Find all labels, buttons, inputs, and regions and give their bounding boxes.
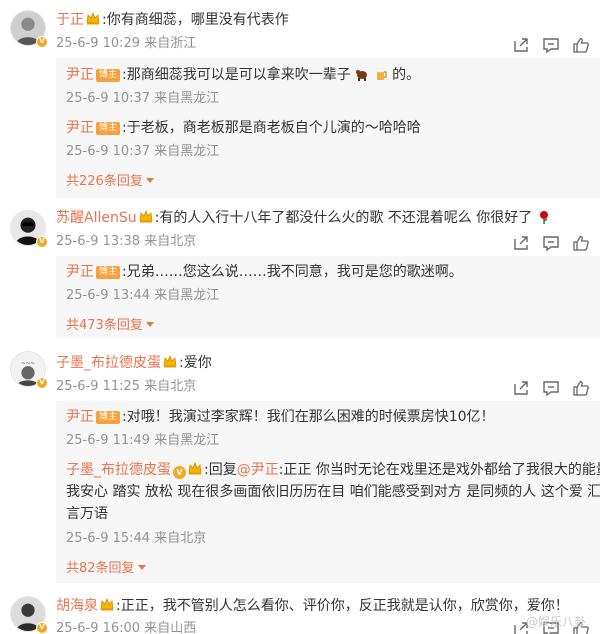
mention-link[interactable]: @尹正 [237, 462, 279, 478]
verified-badge-icon: V [36, 622, 48, 634]
comment-item: V 苏醒AllenSu :有的人入行十八年了都没什么火的歌 不还混着呢么 你很好了… [0, 200, 600, 340]
reply-username[interactable]: 尹正 [66, 409, 94, 425]
crown-icon [86, 12, 100, 25]
comment-text: :爱你 [179, 355, 212, 371]
crown-icon [188, 462, 202, 475]
reply-meta: 25-6-9 11:49 来自黑龙江 [66, 433, 220, 448]
like-icon[interactable] [572, 234, 590, 252]
reply-text: :于老板，商老板那是商老板自个儿演的～哈哈哈 [122, 120, 421, 136]
reply-box: 尹正 博主:兄弟……您这么说……我不同意，我可是您的歌迷啊。 25-6-9 13:… [56, 256, 600, 338]
chevron-down-icon [145, 322, 154, 327]
host-tag: 博主 [96, 411, 121, 424]
crown-icon [163, 355, 177, 368]
comment-text: :你有商细蕊，哪里没有代表作 [102, 12, 289, 28]
host-tag: 博主 [96, 266, 121, 279]
comment-meta: 25-6-9 16:00 来自山西 [56, 621, 197, 634]
reply-meta: 25-6-9 13:44 来自黑龙江 [66, 288, 220, 303]
beer-icon [376, 68, 387, 80]
comment-meta: 25-6-9 10:29 来自浙江 [56, 36, 197, 51]
like-icon[interactable] [572, 379, 590, 397]
verified-badge-icon: V [36, 377, 48, 389]
more-replies-link[interactable]: 共226条回复 [66, 173, 154, 191]
share-icon[interactable] [512, 36, 530, 54]
reply-username[interactable]: 尹正 [66, 264, 94, 280]
comment-icon[interactable] [542, 36, 560, 54]
share-icon[interactable] [512, 379, 530, 397]
comment-username[interactable]: 胡海泉 [56, 598, 98, 614]
watermark: @娱乐八卦 [525, 615, 586, 629]
reply-box: 尹正 博主:对哦！我演过李家辉！我们在那么困难的时候票房快10亿！ 25-6-9 … [56, 401, 600, 583]
reply-username[interactable]: 子墨_布拉德皮蛋 [66, 462, 171, 478]
reply-meta: 25-6-9 15:44 来自北京 [66, 531, 207, 546]
share-icon[interactable] [512, 234, 530, 252]
comment-actions [512, 379, 592, 397]
more-replies-link[interactable]: 共473条回复 [66, 317, 154, 335]
host-tag: 博主 [96, 122, 121, 135]
comment-username[interactable]: 苏醒AllenSu [56, 210, 137, 226]
comment-item: V 胡海泉 :正正，我不管别人怎么看你、评价你，反正我就是认你，欣赏你，爱你！ 2… [0, 592, 600, 634]
like-icon[interactable] [572, 36, 590, 54]
comment-username[interactable]: 子墨_布拉德皮蛋 [56, 355, 161, 371]
verified-badge-icon: V [173, 466, 186, 479]
reply-meta: 25-6-9 10:37 来自黑龙江 [66, 91, 220, 106]
comment-meta: 25-6-9 11:25 来自北京 [56, 379, 197, 394]
comment-text: :正正，我不管别人怎么看你、评价你，反正我就是认你，欣赏你，爱你！ [116, 598, 569, 614]
more-replies-label: 共82条回复 [66, 561, 135, 576]
crown-icon [100, 598, 114, 611]
verified-badge-icon: V [36, 236, 48, 248]
more-replies-link[interactable]: 共82条回复 [66, 560, 146, 578]
comment-actions [512, 234, 592, 252]
comment-icon[interactable] [542, 379, 560, 397]
reply-username[interactable]: 尹正 [66, 67, 94, 83]
reply-text-line3: 言万语 [66, 506, 108, 522]
reply-meta: 25-6-9 10:37 来自黑龙江 [66, 144, 220, 159]
reply-text: :那商细蕊我可以是可以拿来吹一辈子 [122, 67, 351, 83]
comment-meta: 25-6-9 13:38 来自北京 [56, 234, 197, 249]
more-replies-label: 共226条回复 [66, 174, 143, 189]
reply-box: 尹正 博主:那商细蕊我可以是可以拿来吹一辈子 的。 25-6-9 10:37 来自… [56, 58, 600, 198]
cow-icon [356, 70, 368, 81]
comment-item: ~~~ V 子墨_布拉德皮蛋:爱你 25-6-9 11:25 来自北京 尹正 博主… [0, 345, 600, 585]
reply-text: :回复 [204, 462, 237, 478]
comment-item: V 于正:你有商细蕊，哪里没有代表作 25-6-9 10:29 来自浙江 尹正博… [0, 0, 600, 200]
rose-icon [539, 211, 548, 224]
chevron-down-icon [145, 178, 154, 183]
verified-badge-icon: V [36, 36, 48, 48]
reply-suffix: 的。 [392, 67, 421, 83]
comment-icon[interactable] [542, 234, 560, 252]
reply-text: :兄弟……您这么说……我不同意，我可是您的歌迷啊。 [122, 264, 463, 280]
reply-username[interactable]: 尹正 [66, 120, 94, 136]
reply-text-continued: :正正 你当时无论在戏里还是戏外都给了我很大的能量 [278, 462, 600, 478]
reply-text-line2: 我安心 踏实 放松 现在很多画面依旧历历在目 咱们能感受到对方 是同频的人 这个… [66, 484, 600, 500]
comment-text: :有的人入行十八年了都没什么火的歌 不还混着呢么 你很好了 [154, 210, 533, 226]
crown-icon [139, 210, 153, 223]
reply-text: :对哦！我演过李家辉！我们在那么困难的时候票房快10亿！ [122, 409, 495, 425]
more-replies-label: 共473条回复 [66, 318, 143, 333]
comment-username[interactable]: 于正 [56, 12, 84, 28]
comment-actions [512, 36, 592, 54]
host-tag: 博主 [96, 69, 121, 82]
chevron-down-icon [137, 565, 146, 570]
